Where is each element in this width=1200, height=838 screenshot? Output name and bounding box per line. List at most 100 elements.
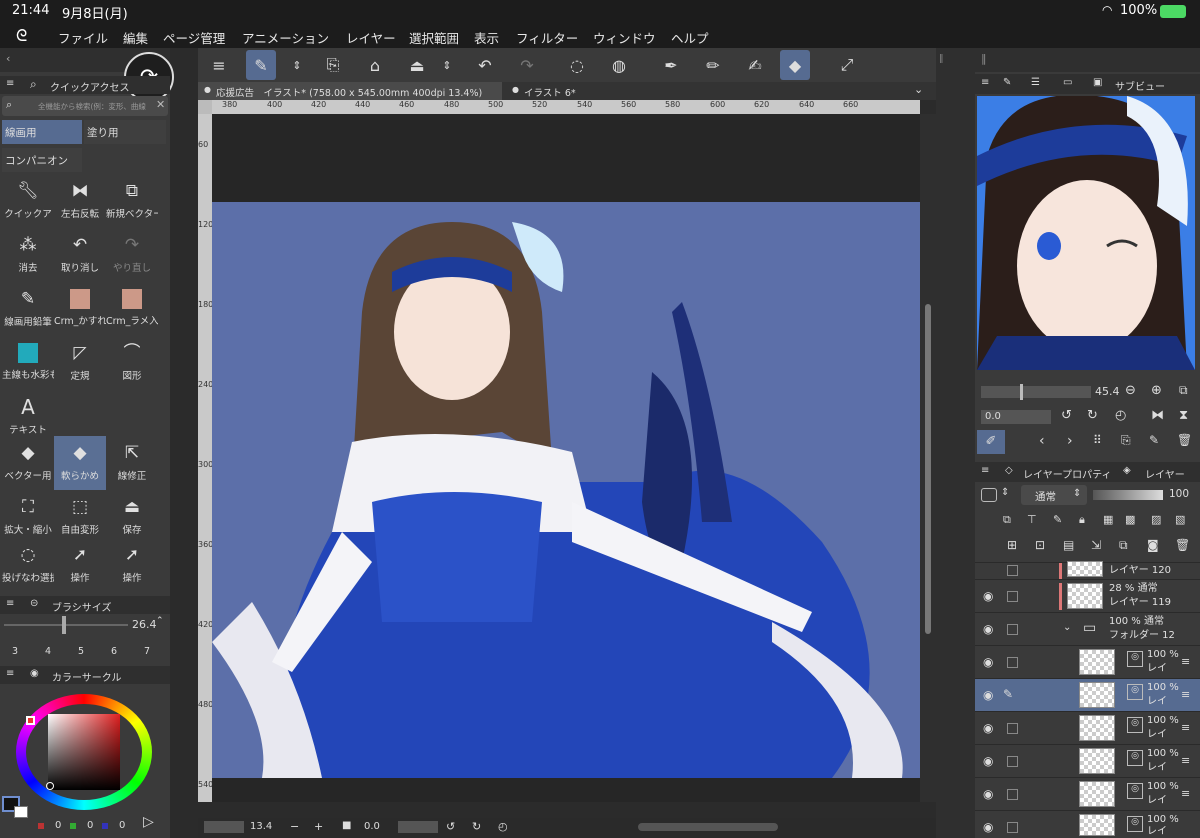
save-tool[interactable]: ⏏ 保存 <box>106 490 158 544</box>
rotate-right-icon[interactable]: ↻ <box>1087 408 1098 423</box>
crm-lame-brush[interactable]: Crm_ラメ入 <box>106 282 158 336</box>
layer-check[interactable] <box>1007 723 1018 734</box>
reset-rotation-icon[interactable]: ◴ <box>1115 408 1126 423</box>
clip-icon[interactable]: ⧉ <box>1003 513 1011 527</box>
stepper-icon[interactable]: ⌃ <box>156 616 164 626</box>
zoom-in-icon[interactable]: ⊕ <box>1151 383 1162 398</box>
menu-edit[interactable]: 編集 <box>123 28 148 47</box>
ruler-link-icon[interactable]: ▧ <box>1175 513 1185 526</box>
pencil-icon[interactable]: ✏ <box>698 50 728 80</box>
layer-check[interactable] <box>1007 756 1018 767</box>
color-picker-cursor[interactable] <box>46 782 54 790</box>
new-raster-layer-icon[interactable]: ⊞ <box>1007 538 1017 552</box>
grip-icon[interactable]: ‖ <box>939 54 944 64</box>
menu-icon[interactable]: ≡ <box>981 465 989 476</box>
drag-handle-icon[interactable]: ≡ <box>1181 688 1190 701</box>
eye-icon[interactable]: ◉ <box>983 622 993 636</box>
chevron-down-icon[interactable]: ⌄ <box>1063 622 1071 633</box>
undo-tool[interactable]: ↶ 取り消し <box>54 228 106 282</box>
menu-view[interactable]: 表示 <box>474 28 499 47</box>
layer-row[interactable]: ◉ ◎ 100 % レイ ≡ <box>975 645 1200 678</box>
rotate-left-icon[interactable]: ↺ <box>446 820 455 833</box>
brush-size-preset[interactable]: 3 <box>12 646 18 657</box>
eye-icon[interactable]: ◉ <box>983 721 993 735</box>
eye-icon[interactable]: ◉ <box>983 754 993 768</box>
scale-tool[interactable]: ⛶ 拡大・縮小 <box>2 490 54 544</box>
subview-tab-icon[interactable]: ▣ <box>1093 77 1102 88</box>
search-input[interactable]: ⌕ 全機能から検索(例：変形、曲線 ✕ <box>2 96 168 116</box>
blend-mode-select[interactable]: 通常 ⇕ <box>1021 485 1087 505</box>
layer-row[interactable]: ◉ ◎ 100 % レイ <box>975 810 1200 838</box>
import-icon[interactable]: ⎘ <box>1121 433 1131 448</box>
redo-icon[interactable]: ↷ <box>512 50 542 80</box>
new-folder-icon[interactable]: ▤ <box>1063 538 1074 552</box>
menu-window[interactable]: ウィンドウ <box>593 28 656 47</box>
pen-icon[interactable]: ✒ <box>656 50 686 80</box>
subview-zoom-value[interactable]: 45.4 <box>1095 385 1120 398</box>
menu-file[interactable]: ファイル <box>58 28 108 47</box>
layer-check[interactable] <box>1007 822 1018 833</box>
free-transform-tool[interactable]: ⬚ 自由変形 <box>54 490 106 544</box>
menu-animation[interactable]: アニメーション <box>242 28 329 47</box>
figure-tool[interactable]: ⌒ 図形 <box>106 336 158 390</box>
play-icon[interactable]: ▷ <box>143 814 154 830</box>
saturation-square[interactable] <box>48 714 120 790</box>
soft-eraser-tool[interactable]: ◆ 軟らかめ <box>54 436 106 490</box>
lasso-select-tool[interactable]: ◌ 投げなわ選択 <box>2 538 54 592</box>
flip-horizontal-tool[interactable]: ⧓ 左右反転 <box>54 174 106 228</box>
edit-icon[interactable]: ✎ <box>246 50 276 80</box>
chevron-left-icon[interactable]: ‹ <box>1039 433 1045 449</box>
layer-row[interactable]: ◉ ◎ 100 % レイ ≡ <box>975 744 1200 777</box>
fullscreen-icon[interactable]: ⤢ <box>832 50 862 80</box>
eye-icon[interactable]: ◉ <box>983 820 993 834</box>
rotate-left-icon[interactable]: ↺ <box>1061 408 1072 423</box>
layer-row[interactable]: ◉ ◎ 100 % レイ ≡ <box>975 711 1200 744</box>
menu-icon[interactable]: ≡ <box>6 598 14 609</box>
fit-icon[interactable]: ■ <box>342 820 351 831</box>
brush-size-preset[interactable]: 7 <box>144 646 150 657</box>
reference-icon[interactable]: ⊤ <box>1027 513 1037 526</box>
open-folder-icon[interactable]: ⌂ <box>360 50 390 80</box>
rotation-slider[interactable] <box>398 821 438 833</box>
eye-icon[interactable]: ◉ <box>983 655 993 669</box>
flip-vertical-icon[interactable]: ⧗ <box>1179 408 1188 423</box>
opacity-value[interactable]: 100 <box>1169 488 1189 500</box>
mask-icon[interactable]: ▩ <box>1125 513 1135 526</box>
zoom-out-icon[interactable]: ⊖ <box>1125 383 1136 398</box>
operation-tool[interactable]: ➚ 操作 <box>54 538 106 592</box>
sub-color-swatch[interactable] <box>14 806 28 818</box>
tab-lineart[interactable]: 線画用 <box>2 120 82 144</box>
brush-icon[interactable]: ✍ <box>740 50 770 80</box>
scrollbar-thumb[interactable] <box>925 304 931 634</box>
ruler-tool[interactable]: ◸ 定規 <box>54 336 106 390</box>
drag-handle-icon[interactable]: ≡ <box>1181 655 1190 668</box>
vertical-scrollbar[interactable] <box>920 114 936 802</box>
tab-active-document[interactable]: ● 応援広告 イラスト* (758.00 x 545.00mm 400dpi 1… <box>198 82 502 100</box>
new-vector-layer-tool[interactable]: ⧉ 新規ベクター <box>106 174 158 228</box>
menu-page[interactable]: ページ管理 <box>163 28 225 47</box>
reset-rotation-icon[interactable]: ◴ <box>498 820 508 833</box>
pencil-brush-tool[interactable]: ✎ 線画用鉛筆 <box>2 282 54 336</box>
eye-icon[interactable]: ◉ <box>983 589 993 603</box>
quick-access-tool[interactable]: 🔧︎ クイックア <box>2 174 54 228</box>
grid-icon[interactable]: ⠿ <box>1093 433 1102 447</box>
layer-check[interactable] <box>1007 657 1018 668</box>
tab-companion[interactable]: コンパニオン <box>2 148 82 172</box>
brush-size-preset[interactable]: 5 <box>78 646 84 657</box>
subview-rotation-value[interactable]: 0.0 <box>985 411 1001 422</box>
subview-zoom-slider[interactable] <box>981 386 1091 398</box>
hue-marker[interactable] <box>26 716 35 725</box>
stepper-icon[interactable]: ⇕ <box>282 50 312 80</box>
drag-handle-icon[interactable]: ≡ <box>1181 754 1190 767</box>
menu-icon[interactable]: ≡ <box>6 78 14 89</box>
chevron-down-icon[interactable]: ⌄ <box>914 83 923 96</box>
layer-row[interactable]: ◉ ◎ 100 % レイ ≡ <box>975 777 1200 810</box>
brush-size-preset[interactable]: 6 <box>111 646 117 657</box>
menu-help[interactable]: ヘルプ <box>671 28 709 47</box>
menu-selection[interactable]: 選択範囲 <box>409 28 459 47</box>
chevron-right-icon[interactable]: › <box>1067 433 1073 449</box>
menu-icon[interactable]: ≡ <box>981 77 989 88</box>
eyedropper-icon[interactable]: ✐ <box>977 430 1005 454</box>
drag-handle-icon[interactable]: ≡ <box>1181 787 1190 800</box>
menu-icon[interactable]: ≡ <box>6 668 14 679</box>
